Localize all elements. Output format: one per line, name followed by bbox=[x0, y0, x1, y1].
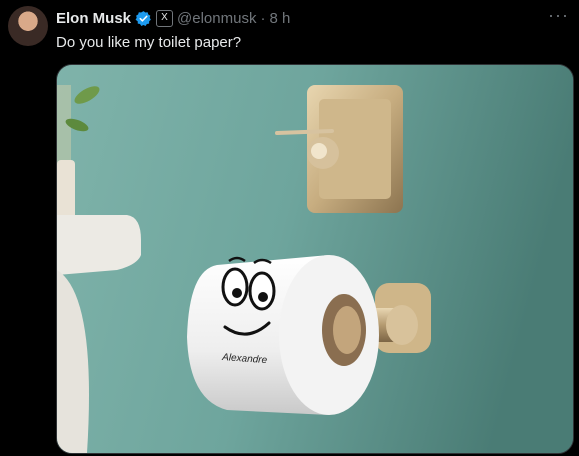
author-name[interactable]: Elon Musk bbox=[56, 10, 131, 27]
separator-dot: · bbox=[260, 9, 266, 27]
avatar[interactable] bbox=[8, 6, 48, 46]
verified-badge-icon bbox=[135, 10, 151, 26]
author-handle[interactable]: @elonmusk bbox=[177, 10, 256, 27]
tweet-text: Do you like my toilet paper? bbox=[56, 34, 242, 51]
x-affiliation-icon: X bbox=[156, 9, 174, 27]
tweet-media-image[interactable]: Alexandre bbox=[56, 64, 574, 454]
tweet-header: Elon Musk X @elonmusk · 8 h bbox=[56, 8, 290, 28]
timestamp[interactable]: 8 h bbox=[269, 10, 290, 27]
toilet-paper-illustration: Alexandre bbox=[57, 65, 573, 453]
more-options-icon[interactable]: ··· bbox=[548, 6, 569, 24]
